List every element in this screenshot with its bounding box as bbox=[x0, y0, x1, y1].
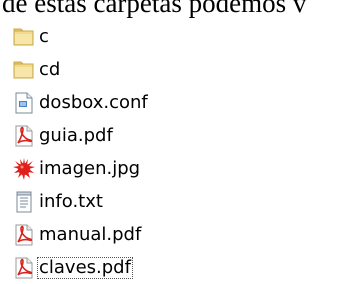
file-name-label: c bbox=[39, 25, 49, 47]
file-name-label: dosbox.conf bbox=[39, 91, 148, 113]
config-file-icon bbox=[12, 91, 36, 115]
file-item-c[interactable]: c bbox=[12, 20, 150, 53]
image-file-icon bbox=[12, 157, 36, 181]
file-name-label: guia.pdf bbox=[39, 124, 113, 146]
file-name-label: imagen.jpg bbox=[39, 157, 141, 179]
file-list: c cd dosbox.conf guia.pdf imagen.jpg inf… bbox=[12, 20, 150, 284]
caption-text: de estas carpetas podemos v bbox=[2, 0, 307, 18]
file-name-label: info.txt bbox=[39, 190, 103, 212]
file-name-label: cd bbox=[39, 58, 61, 80]
file-item-cd[interactable]: cd bbox=[12, 53, 150, 86]
pdf-icon bbox=[12, 124, 36, 148]
file-item-claves-pdf[interactable]: claves.pdf bbox=[12, 251, 150, 284]
pdf-icon bbox=[12, 223, 36, 247]
text-file-icon bbox=[12, 190, 36, 214]
file-item-guia-pdf[interactable]: guia.pdf bbox=[12, 119, 150, 152]
file-name-label: claves.pdf bbox=[37, 256, 133, 279]
file-item-manual-pdf[interactable]: manual.pdf bbox=[12, 218, 150, 251]
file-item-imagen-jpg[interactable]: imagen.jpg bbox=[12, 152, 150, 185]
folder-icon bbox=[12, 58, 36, 82]
file-item-dosbox-conf[interactable]: dosbox.conf bbox=[12, 86, 150, 119]
file-item-info-txt[interactable]: info.txt bbox=[12, 185, 150, 218]
file-name-label: manual.pdf bbox=[39, 223, 142, 245]
pdf-icon bbox=[12, 256, 36, 280]
folder-icon bbox=[12, 25, 36, 49]
